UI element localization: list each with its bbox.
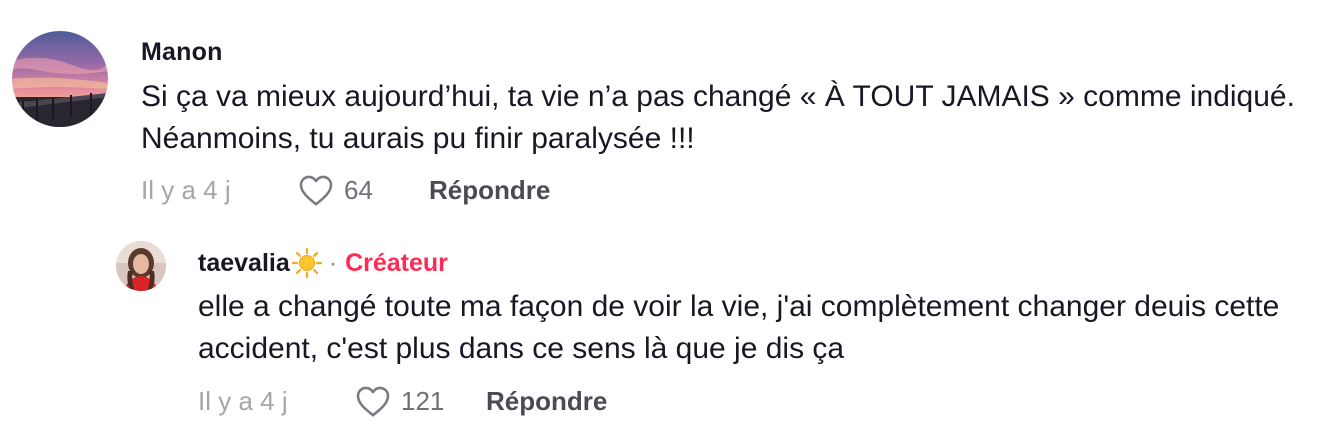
reply-button[interactable]: Répondre xyxy=(429,175,550,206)
heart-outline-icon xyxy=(299,175,333,206)
comment-item: Manon Si ça va mieux aujourd’hui, ta vie… xyxy=(0,0,1334,215)
like-button[interactable]: 64 xyxy=(298,173,429,207)
reply-item: taevalia · Créateur elle a changé toute … xyxy=(0,225,1334,428)
like-count: 64 xyxy=(344,174,373,205)
avatar[interactable] xyxy=(116,241,166,291)
comment-text: Si ça va mieux aujourd’hui, ta vie n’a p… xyxy=(141,80,1295,155)
reply-text: elle a changé toute ma façon de voir la … xyxy=(198,290,1280,365)
like-button[interactable]: 121 xyxy=(355,384,486,418)
comment-username[interactable]: Manon xyxy=(141,38,223,67)
sun-icon xyxy=(291,247,323,279)
comment-meta: Il y a 4 j 64 Répondre xyxy=(141,172,550,208)
comment-timestamp: Il y a 4 j xyxy=(141,174,231,205)
reply-header: taevalia · Créateur xyxy=(198,247,448,279)
reply-meta: Il y a 4 j 121 Répondre xyxy=(198,383,607,419)
reply-timestamp: Il y a 4 j xyxy=(198,385,288,416)
heart-outline-icon xyxy=(356,386,390,417)
like-count: 121 xyxy=(401,385,445,416)
reply-button[interactable]: Répondre xyxy=(486,386,607,417)
creator-badge: Créateur xyxy=(345,248,448,277)
separator-dot: · xyxy=(328,248,338,277)
user-photo-avatar-image xyxy=(116,241,166,291)
avatar[interactable] xyxy=(12,31,108,127)
reply-username[interactable]: taevalia xyxy=(198,249,290,278)
sunset-pier-avatar-image xyxy=(12,31,108,127)
